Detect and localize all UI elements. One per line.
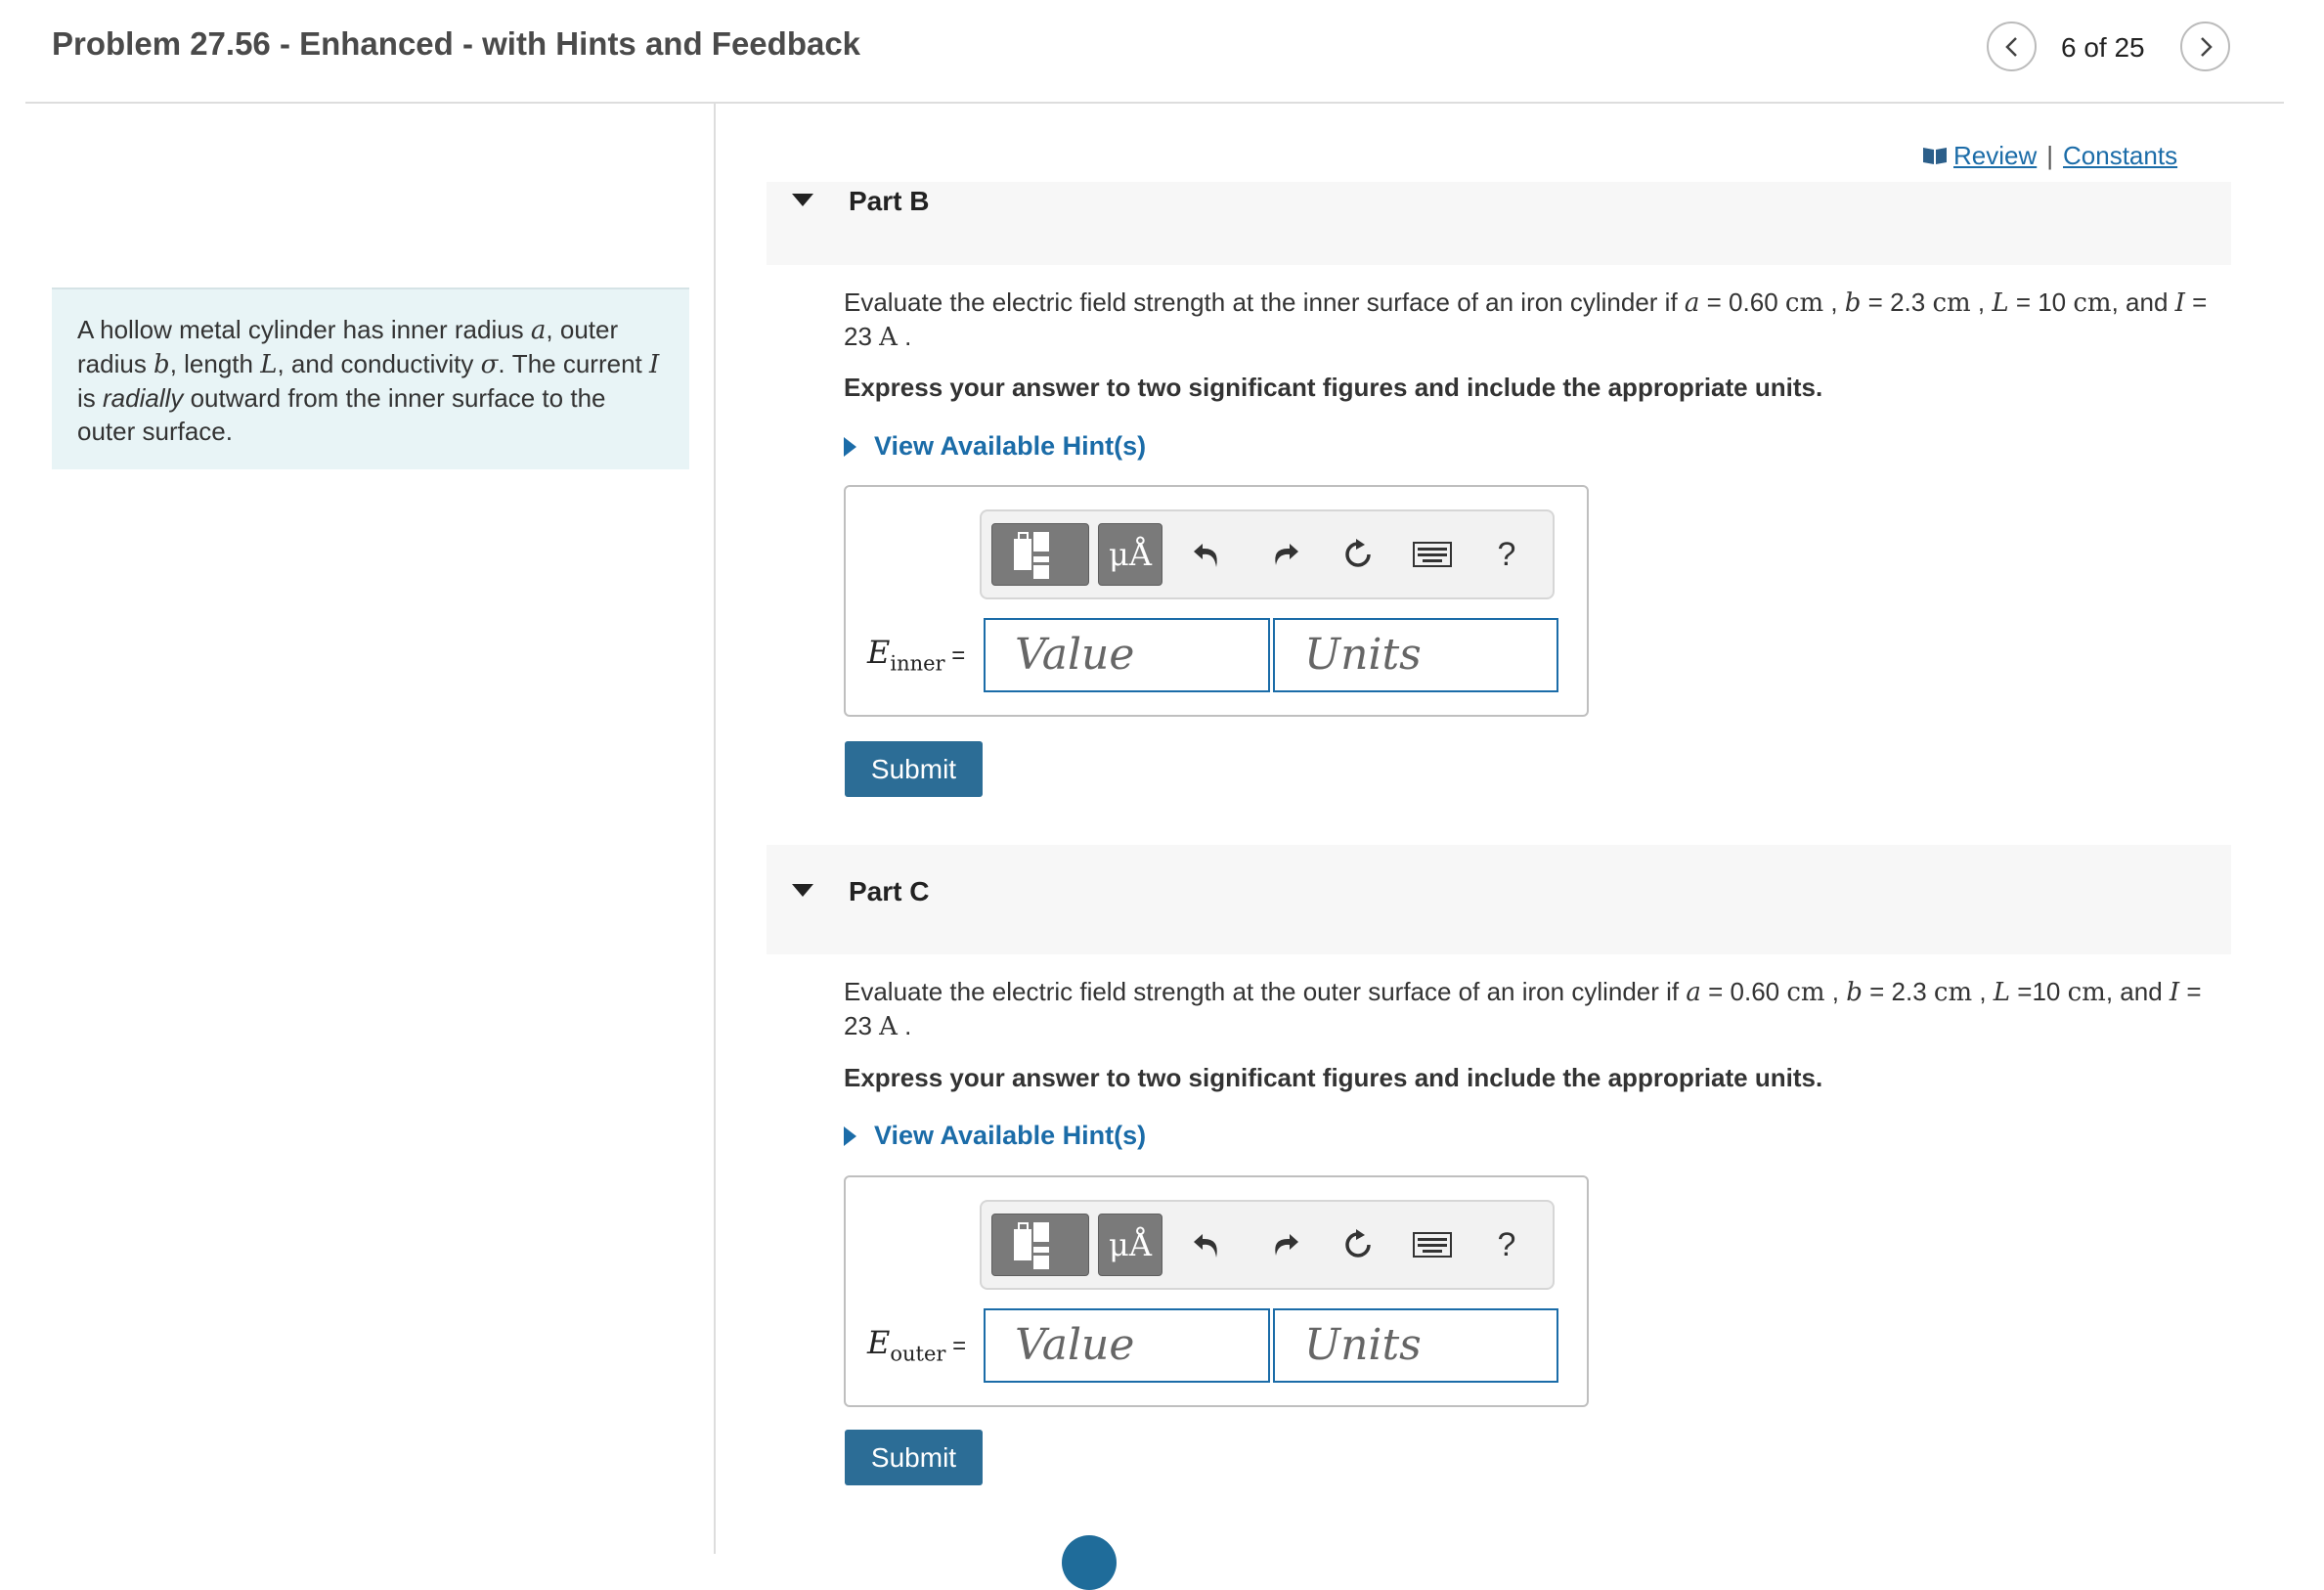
part-b-hint-link[interactable]: View Available Hint(s) <box>844 431 1146 462</box>
caret-right-icon <box>844 1126 856 1146</box>
help-button[interactable]: ? <box>1482 1219 1531 1270</box>
undo-icon <box>1194 544 1217 567</box>
units-icon: μÅ <box>1109 1226 1152 1263</box>
e-outer-label: Eouter = <box>867 1324 967 1366</box>
keyboard-icon <box>1413 542 1452 567</box>
chevron-right-icon <box>2200 36 2213 57</box>
part-b-header[interactable]: Part B <box>767 182 2231 265</box>
keyboard-button[interactable] <box>1408 529 1457 580</box>
constants-link[interactable]: Constants <box>2063 141 2177 170</box>
review-link[interactable]: Review <box>1953 141 2037 170</box>
math-toolbar: μÅ ? <box>980 1200 1555 1290</box>
part-c-title: Part C <box>849 876 930 906</box>
keyboard-button[interactable] <box>1408 1219 1457 1270</box>
header-divider <box>25 102 2284 104</box>
templates-icon <box>1014 1222 1049 1269</box>
part-c-header[interactable]: Part C <box>767 845 2231 954</box>
part-c-hint-link[interactable]: View Available Hint(s) <box>844 1121 1146 1151</box>
redo-button[interactable] <box>1260 1219 1309 1270</box>
reset-icon <box>1345 1229 1371 1258</box>
caret-down-icon <box>792 884 813 897</box>
problem-title: Problem 27.56 - Enhanced - with Hints an… <box>52 25 861 62</box>
caret-down-icon <box>792 194 813 206</box>
templates-icon <box>1014 532 1049 579</box>
part-c-units-input[interactable]: Units <box>1273 1308 1558 1383</box>
part-b-units-input[interactable]: Units <box>1273 618 1558 692</box>
redo-icon <box>1275 544 1298 565</box>
previous-problem-button[interactable] <box>1987 22 2037 71</box>
part-b-value-input[interactable]: Value <box>984 618 1270 692</box>
redo-icon <box>1275 1234 1298 1256</box>
part-c-answer-box: μÅ ? Eouter = Value Units <box>844 1175 1589 1407</box>
problem-intro: A hollow metal cylinder has inner radius… <box>52 287 689 469</box>
review-constants-links: Review | Constants <box>1922 141 2177 171</box>
next-problem-button[interactable] <box>2180 22 2230 71</box>
part-c-value-input[interactable]: Value <box>984 1308 1270 1383</box>
units-button[interactable]: μÅ <box>1098 523 1162 586</box>
redo-button[interactable] <box>1260 529 1309 580</box>
help-icon: ? <box>1497 1225 1516 1263</box>
part-b-answer-box: μÅ ? Einner = Value Units <box>844 485 1589 717</box>
reset-button[interactable] <box>1334 529 1382 580</box>
keyboard-icon <box>1413 1232 1452 1258</box>
part-c-submit-button[interactable]: Submit <box>845 1430 983 1485</box>
undo-button[interactable] <box>1183 1219 1232 1270</box>
link-separator: | <box>2046 141 2054 170</box>
math-toolbar: μÅ ? <box>980 509 1555 599</box>
help-icon: ? <box>1497 535 1516 573</box>
reset-icon <box>1345 539 1371 567</box>
chevron-left-icon <box>2004 36 2017 57</box>
templates-button[interactable] <box>991 523 1089 586</box>
column-divider <box>714 102 716 1554</box>
part-b-question: Evaluate the electric field strength at … <box>844 287 2208 352</box>
part-b-submit-button[interactable]: Submit <box>845 741 983 797</box>
reset-button[interactable] <box>1334 1219 1382 1270</box>
help-button[interactable]: ? <box>1482 529 1531 580</box>
e-inner-label: Einner = <box>867 634 966 676</box>
units-button[interactable]: μÅ <box>1098 1214 1162 1276</box>
undo-button[interactable] <box>1183 529 1232 580</box>
templates-button[interactable] <box>991 1214 1089 1276</box>
units-icon: μÅ <box>1109 536 1152 573</box>
page-counter: 6 of 25 <box>2061 32 2145 63</box>
caret-right-icon <box>844 437 856 457</box>
partial-circle-button[interactable] <box>1062 1535 1117 1590</box>
part-c-question: Evaluate the electric field strength at … <box>844 977 2202 1041</box>
book-icon <box>1923 148 1947 164</box>
part-c-instruction: Express your answer to two significant f… <box>844 1063 1823 1092</box>
part-b-title: Part B <box>849 186 930 216</box>
undo-icon <box>1194 1234 1217 1258</box>
part-b-instruction: Express your answer to two significant f… <box>844 373 1823 402</box>
